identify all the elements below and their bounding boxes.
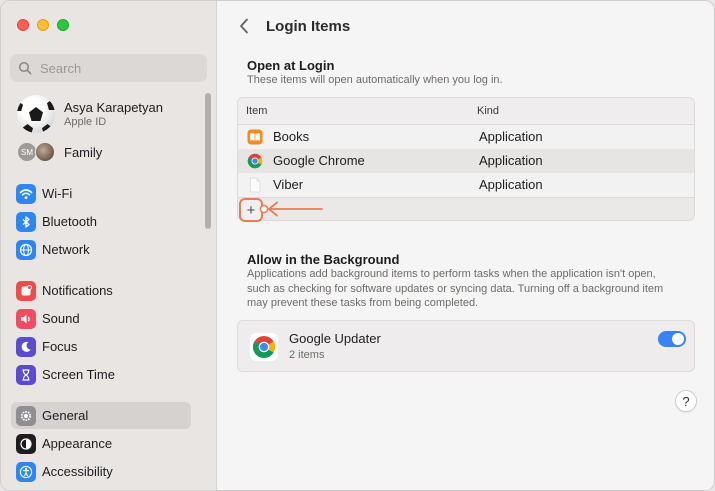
background-item-name: Google Updater bbox=[289, 331, 381, 346]
sidebar-item-screen-time[interactable]: Screen Time bbox=[11, 361, 191, 388]
moon-icon bbox=[16, 336, 36, 357]
row-item-kind: Application bbox=[479, 177, 543, 192]
open-at-login-description: These items will open automatically when… bbox=[247, 74, 503, 86]
column-header-kind[interactable]: Kind bbox=[477, 105, 499, 117]
close-window-button[interactable] bbox=[17, 19, 29, 31]
sidebar-item-label: General bbox=[42, 408, 89, 423]
background-description: Applications add background items to per… bbox=[247, 268, 664, 309]
sidebar-item-label: Screen Time bbox=[42, 367, 115, 382]
background-item: Google Updater 2 items bbox=[237, 320, 695, 372]
sidebar-item-bluetooth[interactable]: Bluetooth bbox=[11, 208, 191, 235]
sidebar-item-network[interactable]: Network bbox=[11, 236, 191, 263]
sidebar-item-label: Network bbox=[42, 242, 90, 257]
sidebar-item-label: Sound bbox=[42, 311, 80, 326]
row-item-name: Viber bbox=[273, 177, 304, 192]
row-item-name: Books bbox=[273, 129, 310, 144]
sidebar-item-label: Wi-Fi bbox=[42, 186, 73, 201]
document-icon bbox=[250, 177, 261, 193]
chevron-left-icon bbox=[240, 18, 248, 34]
sidebar-item-general[interactable]: General bbox=[11, 402, 191, 429]
row-item-kind: Application bbox=[479, 129, 543, 144]
family-member-avatar bbox=[35, 142, 55, 162]
toggle-knob bbox=[672, 333, 684, 345]
sidebar-item-label: Family bbox=[64, 144, 103, 160]
sidebar-item-sound[interactable]: Sound bbox=[11, 305, 191, 332]
wifi-icon bbox=[16, 183, 36, 204]
profile-name: Asya Karapetyan bbox=[64, 100, 164, 115]
gear-icon bbox=[16, 405, 36, 426]
background-item-count: 2 items bbox=[289, 349, 325, 361]
annotation-arrow bbox=[259, 201, 323, 217]
zoom-window-button[interactable] bbox=[57, 19, 69, 31]
appearance-icon bbox=[16, 433, 36, 454]
table-header: Item Kind bbox=[238, 98, 694, 125]
row-item-kind: Application bbox=[479, 153, 543, 168]
column-header-item[interactable]: Item bbox=[246, 105, 267, 117]
settings-window: Search Asya Karapetyan Apple ID SM Famil… bbox=[0, 0, 715, 491]
sidebar-item-wifi[interactable]: Wi-Fi bbox=[11, 180, 191, 207]
background-title: Allow in the Background bbox=[247, 252, 400, 267]
globe-icon bbox=[16, 239, 36, 260]
apple-id-profile[interactable]: Asya Karapetyan Apple ID bbox=[17, 95, 163, 133]
main-pane: Login Items Open at Login These items wi… bbox=[218, 1, 714, 490]
sidebar-item-label: Appearance bbox=[42, 436, 113, 451]
sidebar-item-family[interactable]: SM Family bbox=[17, 142, 102, 162]
hourglass-icon bbox=[16, 364, 36, 385]
minimize-window-button[interactable] bbox=[37, 19, 49, 31]
chrome-icon bbox=[247, 153, 263, 169]
back-button[interactable] bbox=[234, 15, 254, 37]
accessibility-icon bbox=[16, 461, 36, 482]
sidebar-item-label: Bluetooth bbox=[42, 214, 97, 229]
table-row[interactable]: Books Application bbox=[238, 125, 694, 149]
books-icon bbox=[247, 129, 263, 145]
sidebar-scrollbar[interactable] bbox=[205, 93, 211, 229]
chrome-icon bbox=[250, 333, 278, 361]
bluetooth-icon bbox=[16, 211, 36, 232]
speaker-icon bbox=[16, 308, 36, 329]
table-row[interactable]: Viber Application bbox=[238, 173, 694, 197]
bell-icon bbox=[16, 280, 36, 301]
table-row[interactable]: Google Chrome Application bbox=[238, 149, 694, 173]
help-button[interactable]: ? bbox=[675, 390, 697, 412]
sidebar: Search Asya Karapetyan Apple ID SM Famil… bbox=[1, 1, 217, 490]
row-item-name: Google Chrome bbox=[273, 153, 365, 168]
search-input[interactable]: Search bbox=[10, 54, 207, 82]
search-placeholder: Search bbox=[40, 60, 82, 76]
family-member-initials: SM bbox=[17, 142, 37, 162]
background-item-toggle[interactable] bbox=[658, 331, 686, 347]
page-title: Login Items bbox=[266, 18, 351, 35]
sidebar-item-label: Notifications bbox=[42, 283, 113, 298]
sidebar-item-appearance[interactable]: Appearance bbox=[11, 430, 191, 457]
profile-subtitle: Apple ID bbox=[64, 116, 107, 128]
search-icon bbox=[18, 61, 32, 75]
sidebar-item-label: Accessibility bbox=[42, 464, 113, 479]
window-controls bbox=[17, 19, 69, 31]
sidebar-item-notifications[interactable]: Notifications bbox=[11, 277, 191, 304]
sidebar-item-focus[interactable]: Focus bbox=[11, 333, 191, 360]
sidebar-item-label: Focus bbox=[42, 339, 78, 354]
sidebar-item-accessibility[interactable]: Accessibility bbox=[11, 458, 191, 485]
open-at-login-title: Open at Login bbox=[247, 58, 335, 73]
avatar bbox=[17, 95, 55, 133]
